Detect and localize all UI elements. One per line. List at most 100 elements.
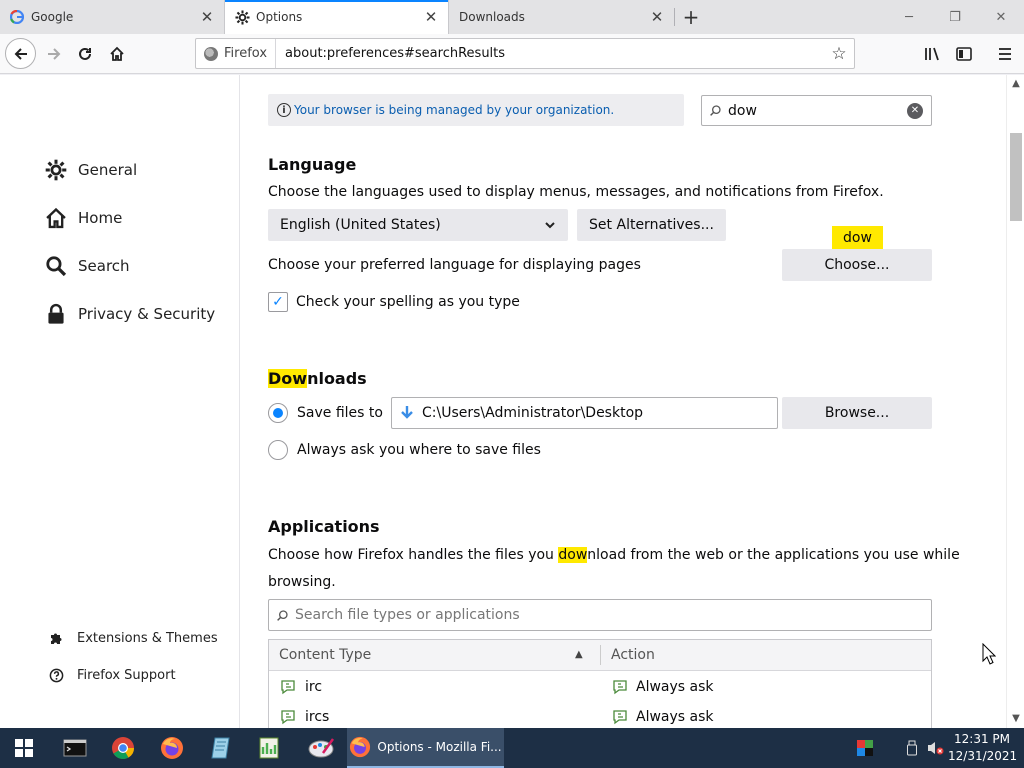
tab-separator [674, 8, 675, 26]
menu-button[interactable] [990, 39, 1020, 69]
table-row[interactable]: ircs Always ask [269, 703, 931, 728]
search-icon [269, 609, 295, 622]
system-clock[interactable]: 12:31 PM 12/31/2021 [948, 731, 1017, 765]
application-search-input[interactable]: Search file types or applications [268, 599, 932, 631]
home-icon [110, 46, 124, 61]
library-button[interactable] [918, 39, 948, 69]
chat-icon [281, 680, 295, 695]
new-tab-button[interactable]: + [678, 4, 704, 30]
sidebar-item-search[interactable]: Search [44, 254, 130, 278]
firefox-window-taskbar-button[interactable]: Options - Mozilla Fi... [347, 728, 504, 768]
tab-label: Downloads [459, 10, 525, 24]
column-divider[interactable] [600, 645, 601, 665]
table-row[interactable]: irc Always ask [269, 673, 931, 703]
chat-icon [613, 680, 627, 695]
app-desc-part2: nload from the web or the applications y… [587, 547, 960, 563]
firefox-taskbar-button[interactable] [153, 728, 191, 768]
chrome-taskbar-button[interactable] [104, 728, 142, 768]
preferences-search-input[interactable]: dow ✕ [701, 95, 932, 126]
scroll-down-icon[interactable]: ▼ [1009, 713, 1023, 724]
clear-search-icon[interactable]: ✕ [907, 102, 923, 119]
paint-taskbar-button[interactable] [299, 728, 343, 768]
tab-strip: Google ✕ Options ✕ Downloads ✕ + ─ ❐ ✕ [0, 0, 1024, 34]
chat-icon [281, 710, 295, 725]
sidebar-item-general[interactable]: General [44, 158, 137, 182]
applications-table: Content Type ▲ Action irc Always ask irc… [268, 639, 932, 728]
notepad-taskbar-button[interactable] [202, 728, 240, 768]
chat-icon [613, 710, 627, 725]
sidebars-button[interactable] [949, 39, 979, 69]
scrollbar-thumb[interactable] [1010, 133, 1022, 221]
color-app-tray-icon[interactable] [850, 728, 880, 768]
save-files-radio[interactable] [268, 403, 288, 423]
tab-options[interactable]: Options ✕ [224, 0, 449, 34]
home-button[interactable] [102, 39, 132, 69]
gear-icon [44, 158, 68, 182]
taskbar-window-label: Options - Mozilla Fi... [377, 740, 502, 754]
action-cell: Always ask [636, 679, 714, 695]
restore-button[interactable]: ❐ [932, 0, 978, 34]
column-action[interactable]: Action [611, 647, 655, 663]
app-desc-part1: Choose how Firefox handles the files you [268, 547, 559, 563]
info-icon: i [277, 103, 291, 117]
always-ask-radio[interactable] [268, 440, 288, 460]
preferences-main: i Your browser is being managed by your … [241, 75, 1006, 728]
search-icon [702, 104, 728, 117]
start-button[interactable] [5, 728, 43, 768]
sidebar-item-label: Home [78, 209, 123, 227]
terminal-taskbar-button[interactable] [56, 728, 94, 768]
identity-box[interactable]: Firefox [196, 39, 277, 68]
reload-icon [79, 47, 91, 60]
choose-language-button[interactable]: Choose... [782, 249, 932, 281]
search-icon [44, 254, 68, 278]
minimize-button[interactable]: ─ [886, 0, 932, 34]
language-select[interactable]: English (United States) [268, 209, 568, 241]
tab-downloads[interactable]: Downloads ✕ [449, 0, 674, 34]
spreadsheet-taskbar-button[interactable] [250, 728, 288, 768]
url-text[interactable]: about:preferences#searchResults [276, 46, 824, 61]
download-arrow-icon [392, 405, 422, 421]
window-close-button[interactable]: ✕ [978, 0, 1024, 34]
downloads-heading: Downloads [268, 369, 367, 388]
bookmark-star-icon[interactable]: ☆ [824, 44, 854, 64]
tab-google[interactable]: Google ✕ [0, 0, 224, 34]
download-folder-field[interactable]: C:\Users\Administrator\Desktop [391, 397, 778, 429]
reload-button[interactable] [70, 39, 100, 69]
extensions-themes-link[interactable]: Extensions & Themes [47, 629, 218, 647]
sidebar-item-label: Privacy & Security [78, 305, 216, 323]
google-icon [9, 9, 25, 25]
firefox-support-link[interactable]: Firefox Support [47, 666, 176, 684]
sidebar-item-privacy[interactable]: Privacy & Security [44, 302, 215, 326]
windows-logo-icon [15, 739, 33, 757]
sidebar-icon [956, 47, 972, 61]
column-content-type[interactable]: Content Type [279, 647, 371, 663]
close-icon[interactable]: ✕ [196, 6, 218, 28]
close-icon[interactable]: ✕ [420, 6, 442, 28]
extensions-label: Extensions & Themes [77, 630, 218, 646]
close-icon[interactable]: ✕ [646, 6, 668, 28]
page-language-label: Choose your preferred language for displ… [268, 257, 641, 273]
applications-description: Choose how Firefox handles the files you… [268, 542, 960, 569]
mouse-cursor-icon [982, 643, 996, 665]
browse-button[interactable]: Browse... [782, 397, 932, 429]
action-cell: Always ask [636, 709, 714, 725]
sort-ascending-icon[interactable]: ▲ [575, 649, 583, 660]
page-scrollbar[interactable]: ▲ ▼ [1006, 75, 1024, 728]
scroll-up-icon[interactable]: ▲ [1009, 78, 1023, 89]
policy-notice[interactable]: i Your browser is being managed by your … [268, 94, 684, 126]
back-button[interactable] [5, 38, 36, 69]
spellcheck-checkbox[interactable]: ✓ [268, 292, 288, 312]
sidebar-item-home[interactable]: Home [44, 206, 122, 230]
url-bar[interactable]: Firefox about:preferences#searchResults … [195, 38, 855, 69]
forward-button[interactable] [39, 39, 69, 69]
language-select-value: English (United States) [280, 217, 441, 233]
volume-tray-icon[interactable] [924, 728, 946, 768]
clock-time: 12:31 PM [954, 732, 1010, 746]
paint-icon [308, 738, 335, 758]
set-alternatives-button[interactable]: Set Alternatives... [577, 209, 726, 241]
language-description: Choose the languages used to display men… [268, 184, 884, 200]
forward-arrow-icon [48, 48, 61, 60]
content-type-cell: ircs [305, 709, 330, 725]
usb-tray-icon[interactable] [901, 728, 923, 768]
sidebar-item-label: Search [78, 257, 130, 275]
